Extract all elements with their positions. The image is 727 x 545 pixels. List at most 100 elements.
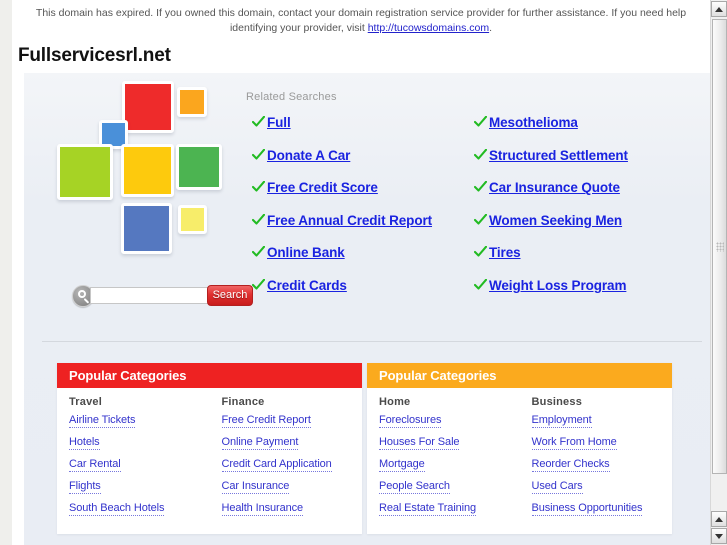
red-square	[122, 81, 174, 133]
related-search-item[interactable]: Credit Cards	[252, 278, 432, 311]
category-link[interactable]: Houses For Sale	[379, 436, 460, 450]
related-search-item[interactable]: Donate A Car	[252, 148, 432, 181]
panel-2-body: Home Foreclosures Houses For Sale Mortgage P…	[367, 388, 672, 534]
search-bar: Search	[72, 285, 257, 309]
category-column: Finance Free Credit Report Online Payment C…	[210, 396, 363, 524]
related-search-item[interactable]: Free Annual Credit Report	[252, 213, 432, 246]
check-icon	[474, 213, 489, 225]
page-header: This domain has expired. If you owned th…	[12, 0, 710, 73]
chevron-down-icon	[715, 533, 723, 539]
related-search-link[interactable]: Structured Settlement	[489, 148, 628, 163]
category-link[interactable]: Flights	[69, 480, 101, 494]
related-search-item[interactable]: Online Bank	[252, 245, 432, 278]
check-icon	[474, 148, 489, 160]
related-search-item[interactable]: Free Credit Score	[252, 180, 432, 213]
browser-page: This domain has expired. If you owned th…	[0, 0, 727, 545]
category-link[interactable]: Foreclosures	[379, 414, 441, 428]
related-search-link[interactable]: Free Credit Score	[267, 180, 378, 195]
category-link[interactable]: Health Insurance	[221, 502, 303, 516]
vertical-scrollbar[interactable]	[710, 0, 727, 545]
check-icon	[252, 181, 267, 192]
related-search-item[interactable]: Mesothelioma	[474, 115, 628, 148]
related-search-link[interactable]: Donate A Car	[267, 148, 350, 163]
category-link[interactable]: Hotels	[69, 436, 100, 450]
section-divider	[42, 341, 702, 342]
category-link[interactable]: Business Opportunities	[531, 502, 643, 516]
banner-text-after: .	[489, 22, 493, 34]
category-column: Home Foreclosures Houses For Sale Mortgage P…	[367, 396, 520, 524]
related-search-item[interactable]: Women Seeking Men	[474, 213, 628, 246]
category-link[interactable]: People Search	[379, 480, 450, 494]
related-search-item[interactable]: Weight Loss Program	[474, 278, 628, 311]
category-heading: Travel	[69, 396, 103, 408]
related-searches-column-right: Mesothelioma Structured Settlement Car Ins…	[474, 115, 628, 311]
search-button[interactable]: Search	[207, 285, 253, 306]
related-search-link[interactable]: Women Seeking Men	[489, 213, 622, 228]
popular-categories-panel-2: Popular Categories Home Foreclosures House…	[367, 363, 672, 534]
check-icon	[252, 213, 267, 225]
colorful-squares-logo	[52, 81, 237, 271]
tucows-domains-link[interactable]: http://tucowsdomains.com	[368, 22, 489, 34]
yellow-square	[121, 144, 174, 197]
check-icon	[252, 116, 267, 127]
related-search-link[interactable]: Full	[267, 115, 291, 130]
scroll-up-button-secondary[interactable]	[711, 511, 727, 527]
scrollbar-thumb[interactable]	[712, 19, 727, 474]
category-link[interactable]: Credit Card Application	[221, 458, 332, 472]
scrollbar-grip	[715, 241, 724, 252]
panel-1-body: Travel Airline Tickets Hotels Car Rental Fli…	[57, 388, 362, 534]
category-link[interactable]: Car Insurance	[221, 480, 289, 494]
banner-text-before: This domain has expired. If you owned th…	[35, 7, 687, 34]
related-searches-column-left: Full Donate A Car Free Credit Score Free An…	[252, 115, 432, 311]
green-square	[176, 144, 222, 190]
category-link[interactable]: Reorder Checks	[531, 458, 610, 472]
check-icon	[252, 148, 267, 160]
page-title: Fullservicesrl.net	[18, 45, 171, 66]
related-search-link[interactable]: Mesothelioma	[489, 115, 578, 130]
scroll-up-button[interactable]	[711, 1, 727, 17]
related-search-item[interactable]: Car Insurance Quote	[474, 180, 628, 213]
pale-yellow-square	[178, 205, 207, 234]
category-link[interactable]: Car Rental	[69, 458, 121, 472]
category-link[interactable]: Airline Tickets	[69, 414, 135, 428]
indigo-square	[121, 203, 172, 254]
category-link[interactable]: Work From Home	[531, 436, 617, 450]
expired-domain-banner: This domain has expired. If you owned th…	[12, 0, 710, 40]
related-search-link[interactable]: Weight Loss Program	[489, 278, 626, 293]
category-heading: Finance	[221, 396, 265, 408]
related-search-item[interactable]: Structured Settlement	[474, 148, 628, 181]
related-searches-label: Related Searches	[246, 91, 337, 103]
panel-2-title: Popular Categories	[367, 363, 672, 388]
category-link[interactable]: South Beach Hotels	[69, 502, 165, 516]
chevron-up-icon	[715, 6, 723, 12]
related-search-link[interactable]: Credit Cards	[267, 278, 347, 293]
related-search-link[interactable]: Free Annual Credit Report	[267, 213, 432, 228]
category-link[interactable]: Real Estate Training	[379, 502, 476, 516]
related-search-link[interactable]: Tires	[489, 245, 521, 260]
check-icon	[474, 246, 489, 257]
page-left-margin	[0, 0, 12, 545]
check-icon	[474, 116, 489, 127]
related-search-link[interactable]: Car Insurance Quote	[489, 180, 620, 195]
page-content-frame: This domain has expired. If you owned th…	[12, 0, 710, 545]
scroll-down-button[interactable]	[711, 528, 727, 544]
category-column: Business Employment Work From Home Reorder …	[520, 396, 673, 524]
panel-1-title: Popular Categories	[57, 363, 362, 388]
category-link[interactable]: Mortgage	[379, 458, 425, 472]
check-icon	[252, 246, 267, 257]
category-heading: Business	[531, 396, 583, 408]
category-link[interactable]: Free Credit Report	[221, 414, 311, 428]
popular-categories-panel-1: Popular Categories Travel Airline Tickets…	[57, 363, 362, 534]
lime-square	[57, 144, 113, 200]
check-icon	[474, 181, 489, 192]
category-link[interactable]: Online Payment	[221, 436, 298, 450]
check-icon	[474, 278, 489, 290]
related-search-item[interactable]: Tires	[474, 245, 628, 278]
category-link[interactable]: Used Cars	[531, 480, 583, 494]
category-column: Travel Airline Tickets Hotels Car Rental Fli…	[57, 396, 210, 524]
related-search-item[interactable]: Full	[252, 115, 432, 148]
related-search-link[interactable]: Online Bank	[267, 245, 345, 260]
category-heading: Home	[379, 396, 411, 408]
chevron-up-icon-secondary	[715, 516, 723, 522]
category-link[interactable]: Employment	[531, 414, 592, 428]
